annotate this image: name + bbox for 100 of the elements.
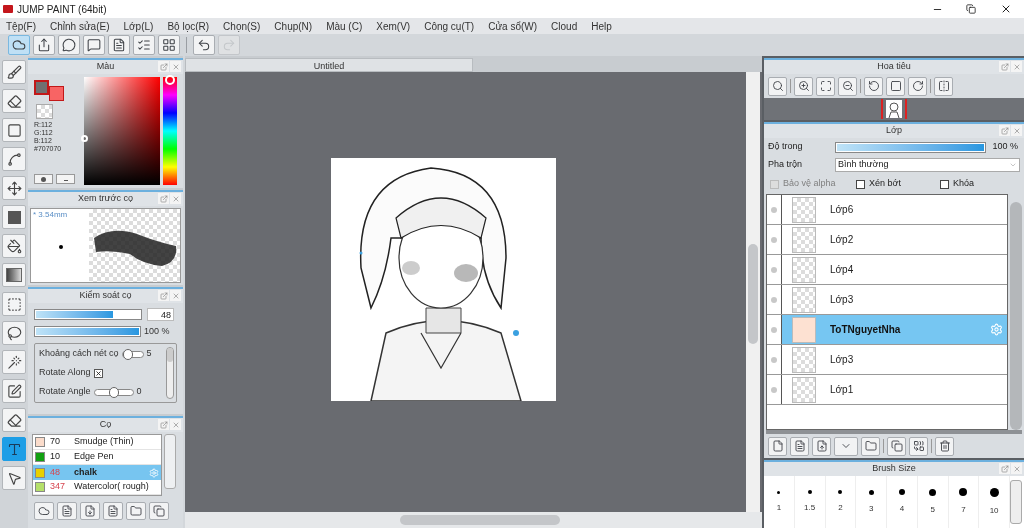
close-button[interactable] xyxy=(170,419,181,430)
tool-button[interactable] xyxy=(2,234,26,258)
toolbar-button[interactable] xyxy=(812,436,831,456)
toolbar-button[interactable] xyxy=(193,35,215,55)
toolbar-button[interactable] xyxy=(908,76,927,96)
menu-item[interactable]: Help xyxy=(591,18,612,34)
menu-item[interactable]: Màu (C) xyxy=(326,18,363,34)
brush-size-cell[interactable]: 3 xyxy=(856,476,887,528)
menu-item[interactable]: Cloud xyxy=(551,18,578,34)
color-cursor[interactable] xyxy=(81,135,88,142)
toolbar-button[interactable] xyxy=(864,76,883,96)
close-button[interactable] xyxy=(1011,463,1022,474)
scrollbar[interactable] xyxy=(164,434,176,489)
layer-row[interactable]: Lớp3 xyxy=(767,345,1007,375)
menu-button[interactable] xyxy=(56,174,75,184)
menu-item[interactable]: Chụp(N) xyxy=(274,18,313,34)
toolbar-button[interactable] xyxy=(816,76,835,96)
size-slider[interactable] xyxy=(34,309,142,320)
eyedropper-button[interactable] xyxy=(34,174,53,184)
menu-item[interactable]: Chọn(S) xyxy=(223,18,261,34)
tool-button[interactable] xyxy=(2,176,26,200)
tool-button[interactable] xyxy=(2,466,26,490)
brush-item[interactable]: 10 Edge Pen xyxy=(33,450,161,465)
toolbar-button[interactable] xyxy=(33,35,55,55)
tool-button[interactable] xyxy=(2,118,26,142)
toolbar-button[interactable] xyxy=(8,35,30,55)
brush-size-cell[interactable]: 1.5 xyxy=(794,476,826,528)
close-button[interactable] xyxy=(170,193,181,204)
toolbar-button[interactable] xyxy=(935,436,954,456)
layer-row[interactable]: Lớp3 xyxy=(767,285,1007,315)
property-slider[interactable] xyxy=(93,388,134,396)
checkbox[interactable] xyxy=(93,368,103,378)
slider-thumb[interactable] xyxy=(122,348,133,360)
property-slider[interactable] xyxy=(121,350,144,358)
layer-row[interactable]: Lớp4 xyxy=(767,255,1007,285)
scrollbar[interactable] xyxy=(1010,202,1022,430)
layer-row[interactable]: Lớp2 xyxy=(767,225,1007,255)
tool-button[interactable] xyxy=(2,205,26,229)
toolbar-button[interactable] xyxy=(58,35,80,55)
menu-item[interactable]: Bộ lọc(R) xyxy=(167,18,210,34)
scrollbar[interactable] xyxy=(166,346,174,399)
close-button[interactable] xyxy=(1011,61,1022,72)
layer-row[interactable]: Lớp6 xyxy=(767,195,1007,225)
transparent-swatch[interactable] xyxy=(36,104,53,119)
toolbar-button[interactable] xyxy=(838,76,857,96)
close-button[interactable] xyxy=(170,290,181,301)
layer-option-checkbox[interactable]: Khóa xyxy=(940,177,1010,191)
vertical-scrollbar[interactable] xyxy=(746,72,760,512)
document-tab[interactable]: Untitled xyxy=(185,58,473,72)
brush-size-cell[interactable]: 2 xyxy=(825,476,857,528)
primary-color-swatch[interactable] xyxy=(34,80,49,95)
toolbar-button[interactable] xyxy=(887,436,906,456)
tool-button[interactable] xyxy=(2,60,26,84)
toolbar-button[interactable] xyxy=(790,436,809,456)
menu-item[interactable]: Cửa sổ(W) xyxy=(488,18,538,34)
size-value[interactable]: 48 xyxy=(147,308,174,321)
color-field[interactable] xyxy=(84,77,160,185)
horizontal-scrollbar[interactable] xyxy=(185,512,762,528)
toolbar-button[interactable] xyxy=(886,76,905,96)
toolbar-button[interactable] xyxy=(83,35,105,55)
menu-item[interactable]: Tệp(F) xyxy=(6,18,36,34)
hue-thumb[interactable] xyxy=(165,74,175,85)
toolbar-button[interactable] xyxy=(108,35,130,55)
menu-item[interactable]: Lớp(L) xyxy=(123,18,154,34)
toolbar-button[interactable] xyxy=(34,502,54,520)
navigator-preview[interactable] xyxy=(764,98,1024,120)
tool-button[interactable] xyxy=(2,147,26,171)
toolbar-button[interactable] xyxy=(103,502,123,520)
brush-item[interactable]: 347 Watercolor( rough) xyxy=(33,480,161,495)
menu-item[interactable]: Chỉnh sửa(E) xyxy=(50,18,110,34)
toolbar-button[interactable] xyxy=(794,76,813,96)
tool-button[interactable] xyxy=(2,89,26,113)
toolbar-button[interactable] xyxy=(149,502,169,520)
layer-row[interactable]: Lớp1 xyxy=(767,375,1007,405)
brush-item[interactable]: 48 chalk xyxy=(33,465,161,480)
menu-item[interactable]: Xem(V) xyxy=(376,18,411,34)
tool-button[interactable] xyxy=(2,408,26,432)
close-button[interactable] xyxy=(1011,125,1022,136)
toolbar-button[interactable] xyxy=(57,502,77,520)
toolbar-button[interactable] xyxy=(934,76,953,96)
toolbar-button[interactable] xyxy=(909,436,928,456)
secondary-color-swatch[interactable] xyxy=(49,86,64,101)
toolbar-button[interactable] xyxy=(80,502,100,520)
tool-button[interactable] xyxy=(2,263,26,287)
brush-size-cell[interactable]: 5 xyxy=(917,476,949,528)
tool-button[interactable] xyxy=(2,379,26,403)
brush-size-cell[interactable]: 1 xyxy=(764,476,795,528)
brush-item[interactable]: 70 Smudge (Thin) xyxy=(33,435,161,450)
layer-option-checkbox[interactable]: Xén bớt xyxy=(856,177,926,191)
tool-button[interactable] xyxy=(2,321,26,345)
slider-thumb[interactable] xyxy=(108,386,119,398)
blend-select[interactable]: Bình thường xyxy=(835,158,1020,172)
brush-size-cell[interactable]: 4 xyxy=(887,476,918,528)
hue-slider[interactable] xyxy=(163,77,177,185)
menu-item[interactable]: Công cụ(T) xyxy=(424,18,475,34)
brush-size-cell[interactable]: 7 xyxy=(948,476,980,528)
tool-button[interactable] xyxy=(2,437,26,461)
toolbar-button[interactable] xyxy=(768,76,787,96)
close-button[interactable] xyxy=(170,61,181,72)
layer-row[interactable]: ToTNguyetNha xyxy=(767,315,1007,345)
